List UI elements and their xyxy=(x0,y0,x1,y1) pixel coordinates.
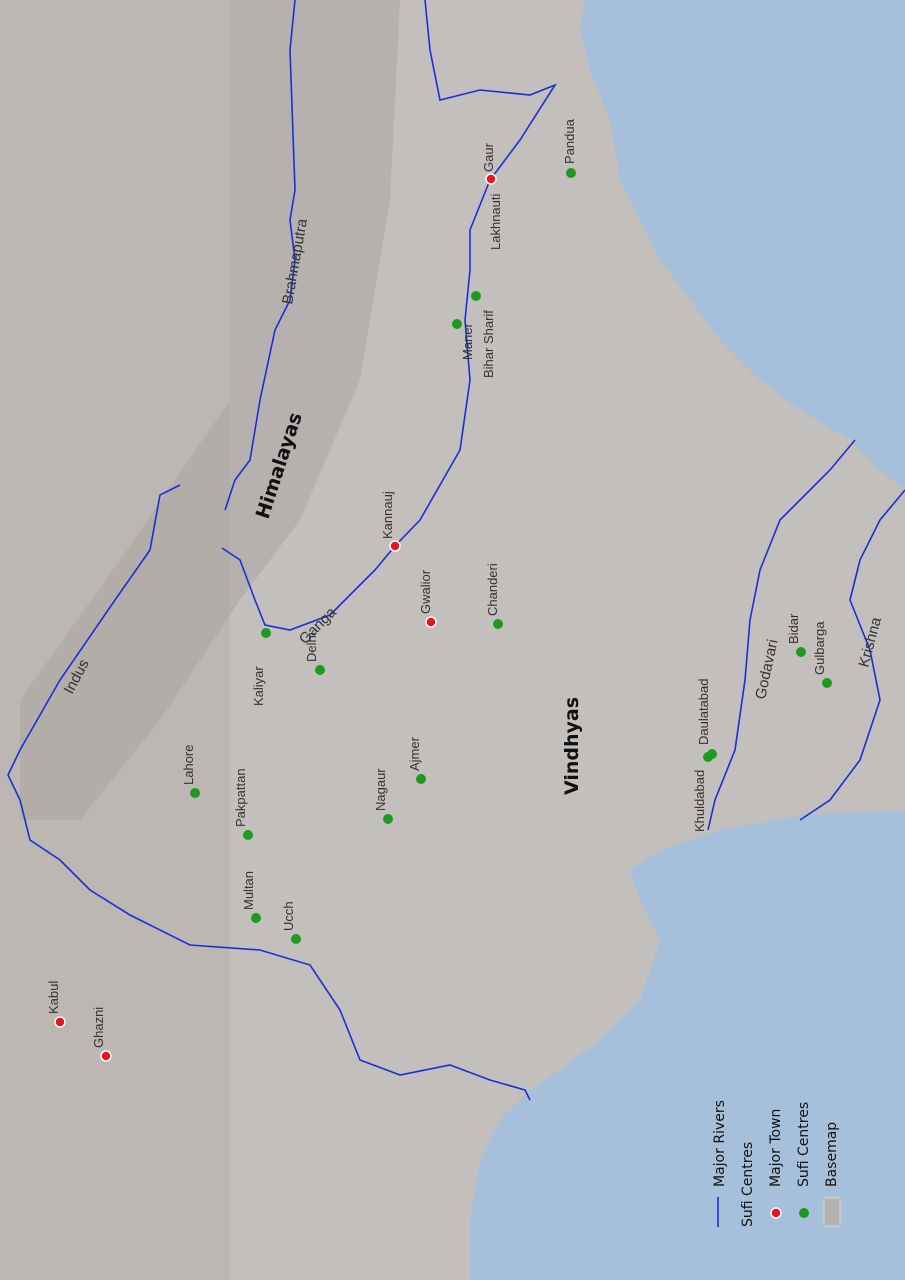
label-vindhyas: Vindhyas xyxy=(561,697,583,795)
svg-text:Ajmer: Ajmer xyxy=(407,736,422,771)
svg-text:Kannauj: Kannauj xyxy=(380,491,395,539)
svg-text:Pandua: Pandua xyxy=(562,118,577,164)
svg-text:Pakpattan: Pakpattan xyxy=(233,768,248,827)
svg-text:Delhi: Delhi xyxy=(304,632,319,662)
legend-heading: Sufi Centres xyxy=(740,1142,756,1227)
legend-basemap-symbol xyxy=(823,1197,841,1227)
svg-text:Gaur: Gaur xyxy=(481,142,496,172)
svg-text:Multan: Multan xyxy=(241,871,256,910)
svg-text:Ucch: Ucch xyxy=(281,901,296,931)
svg-text:Bidar: Bidar xyxy=(786,613,801,644)
svg-text:Gwalior: Gwalior xyxy=(418,569,433,614)
svg-text:Lahore: Lahore xyxy=(181,745,196,785)
svg-text:Chanderi: Chanderi xyxy=(485,563,500,616)
legend-basemap-label: Basemap xyxy=(824,1122,840,1187)
svg-text:Kaliyar: Kaliyar xyxy=(251,666,266,706)
place-lakhnauti-label: Lakhnauti xyxy=(488,194,503,250)
svg-text:Bihar Sharif: Bihar Sharif xyxy=(481,310,496,378)
svg-text:Daulatabad: Daulatabad xyxy=(696,679,711,746)
legend-major-town-symbol xyxy=(770,1207,782,1219)
svg-text:Khuldabad: Khuldabad xyxy=(692,770,707,832)
svg-text:Gulbarga: Gulbarga xyxy=(812,621,827,675)
svg-text:Maner: Maner xyxy=(460,322,475,360)
legend-rivers-label: Major Rivers xyxy=(712,1100,728,1187)
svg-text:Kabul: Kabul xyxy=(46,981,61,1014)
legend-sufi-centres-label: Sufi Centres xyxy=(796,1102,812,1187)
legend-sufi-centre-symbol xyxy=(799,1208,809,1218)
map: Indus Brahmaputra Ganga Godavari Krishna… xyxy=(0,0,905,1280)
svg-text:Nagaur: Nagaur xyxy=(373,768,388,811)
legend-major-town-label: Major Town xyxy=(768,1109,784,1187)
svg-text:Ghazni: Ghazni xyxy=(91,1007,106,1048)
